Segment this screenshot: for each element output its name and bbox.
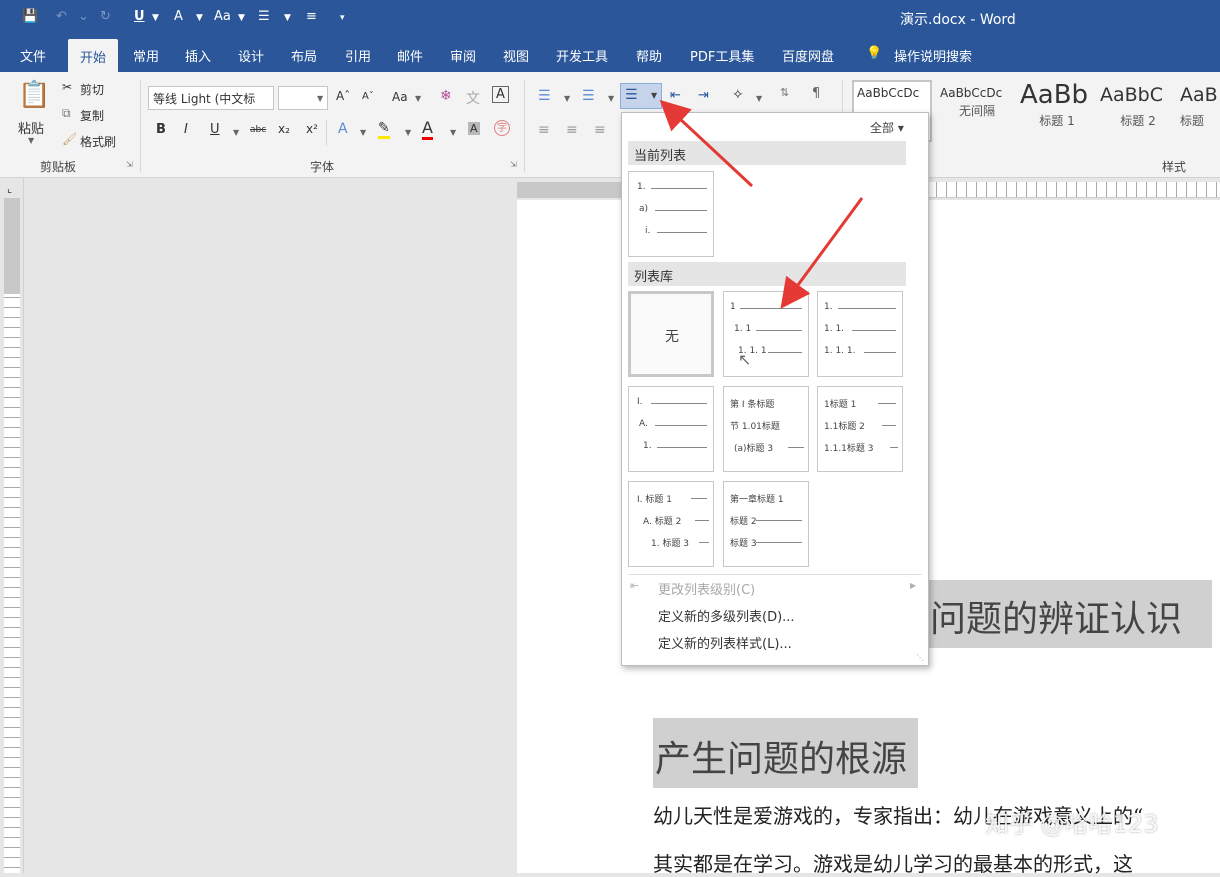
annotation-arrow-to-multilevel-button — [659, 99, 754, 188]
annotation-arrows — [659, 99, 864, 309]
annotation-arrow-to-list-style — [780, 197, 864, 309]
